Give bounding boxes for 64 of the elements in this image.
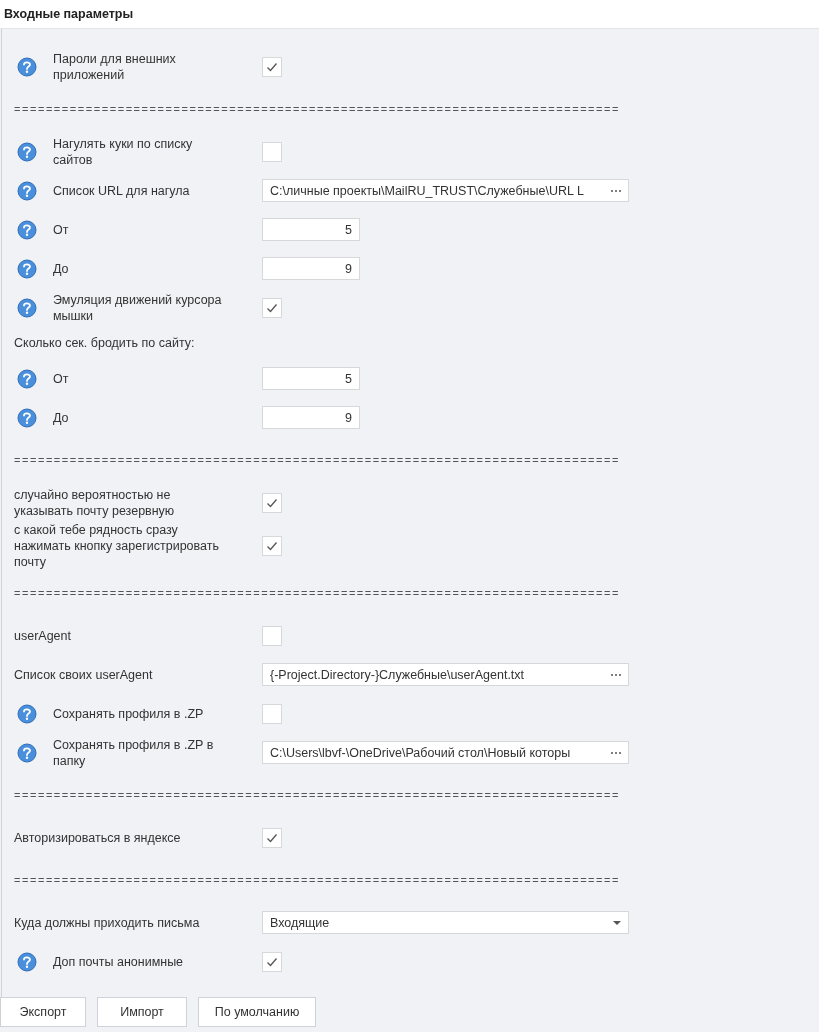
checkbox[interactable]: [262, 951, 282, 972]
separator-text: ============================================================================: [14, 789, 620, 801]
field-label: Куда должны приходить письма: [14, 914, 200, 931]
panel-title: Входные параметры: [4, 7, 134, 21]
field-label: Список URL для нагула: [53, 182, 190, 199]
number-field[interactable]: 5: [262, 367, 360, 390]
separator-text: ============================================================================: [14, 454, 620, 466]
check-icon: [266, 61, 278, 72]
number-field[interactable]: 9: [262, 406, 360, 429]
help-icon[interactable]: [17, 951, 37, 972]
ellipsis-icon[interactable]: [611, 751, 621, 754]
check-icon: [266, 832, 278, 843]
dropdown[interactable]: Входящие: [262, 911, 629, 934]
help-icon[interactable]: [17, 407, 37, 428]
checkbox[interactable]: [262, 56, 282, 77]
separator-text: ============================================================================: [14, 874, 620, 886]
field-label: От: [53, 221, 69, 238]
field-label: Эмуляция движений курсора мышки: [53, 291, 223, 324]
section-label: Сколько сек. бродить по сайту:: [14, 335, 195, 351]
help-icon[interactable]: [17, 258, 37, 279]
check-icon: [266, 302, 278, 313]
checkbox[interactable]: [262, 703, 282, 724]
field-label: До: [53, 409, 69, 426]
caret-icon[interactable]: [613, 920, 621, 925]
checkbox[interactable]: [262, 297, 282, 318]
help-icon[interactable]: [17, 703, 37, 724]
checkbox[interactable]: [262, 827, 282, 848]
checkbox[interactable]: [262, 625, 282, 646]
help-icon[interactable]: [17, 742, 37, 763]
number-field[interactable]: 9: [262, 257, 360, 280]
checkbox[interactable]: [262, 141, 282, 162]
help-icon[interactable]: [17, 56, 37, 77]
ellipsis-icon[interactable]: [611, 673, 621, 676]
field-label: с какой тебе рядность сразу нажимать кнопку зарегистрировать почту: [14, 522, 220, 570]
help-icon[interactable]: [17, 141, 37, 162]
field-label: Нагулять куки по списку сайтов: [53, 135, 194, 168]
action-button[interactable]: Экспорт: [0, 997, 86, 1027]
field-label: userAgent: [14, 627, 71, 644]
help-icon[interactable]: [17, 180, 37, 201]
action-button[interactable]: По умолчанию: [198, 997, 316, 1027]
path-field[interactable]: C:\Users\lbvf-\OneDrive\Рабочий стол\Новый которы: [262, 741, 629, 764]
separator-text: ============================================================================: [14, 103, 620, 115]
field-label: Пароли для внешних приложений: [53, 50, 177, 83]
path-field[interactable]: C:\личные проекты\MailRU_TRUST\Служебные\URL L: [262, 179, 629, 202]
action-button[interactable]: Импорт: [97, 997, 187, 1027]
ellipsis-icon[interactable]: [611, 189, 621, 192]
checkbox[interactable]: [262, 492, 282, 513]
field-label: Сохранять профиля в .ZP: [53, 705, 204, 722]
help-icon[interactable]: [17, 297, 37, 318]
help-icon[interactable]: [17, 368, 37, 389]
field-label: До: [53, 260, 69, 277]
separator-text: ============================================================================: [14, 587, 620, 599]
check-icon: [266, 956, 278, 967]
check-icon: [266, 497, 278, 508]
field-label: Авторизироваться в яндексе: [14, 829, 181, 846]
help-icon[interactable]: [17, 219, 37, 240]
field-label: Список своих userAgent: [14, 666, 153, 683]
checkbox[interactable]: [262, 536, 282, 556]
field-label: От: [53, 370, 69, 387]
path-field[interactable]: {-Project.Directory-}Служебные\userAgent.txt: [262, 663, 629, 686]
number-field[interactable]: 5: [262, 218, 360, 241]
check-icon: [266, 541, 278, 551]
field-label: Доп почты анонимные: [53, 953, 184, 970]
field-label: Сохранять профиля в .ZP в папку: [53, 736, 215, 769]
